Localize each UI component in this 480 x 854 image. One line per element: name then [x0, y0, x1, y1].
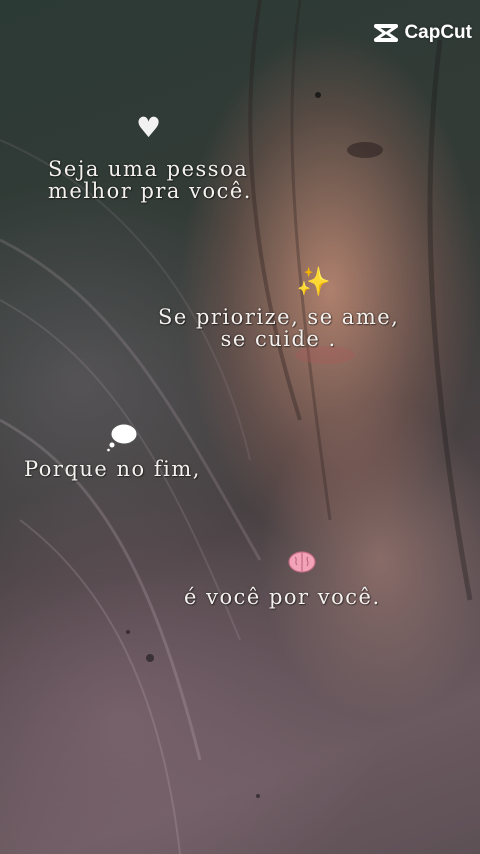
caption-third: Porque no fim, [24, 458, 201, 480]
caption-second-line1: Se priorize, se ame, [158, 305, 400, 329]
capcut-logo-icon [374, 24, 399, 42]
caption-fourth-line1: é você por você. [184, 585, 381, 609]
white-heart-icon: ♥ [136, 111, 162, 144]
sparkles-icon: ✨ [296, 265, 331, 298]
caption-first-line2: melhor pra você. [48, 179, 252, 203]
caption-fourth: é você por você. [184, 586, 381, 608]
caption-first: Seja uma pessoa melhor pra você. [48, 158, 252, 202]
caption-first-line1: Seja uma pessoa [48, 157, 249, 181]
thought-balloon-icon [106, 422, 138, 455]
capcut-logo-text: CapCut [404, 22, 472, 43]
caption-third-line1: Porque no fim, [24, 457, 201, 481]
photo-canvas: CapCut ♥ Seja uma pessoa melhor pra você… [0, 0, 480, 854]
caption-second: Se priorize, se ame, se cuide . [158, 306, 399, 350]
background-photo [0, 0, 473, 854]
brain-icon [288, 550, 316, 577]
caption-second-line2: se cuide . [220, 327, 337, 351]
capcut-logo: CapCut [373, 22, 472, 44]
